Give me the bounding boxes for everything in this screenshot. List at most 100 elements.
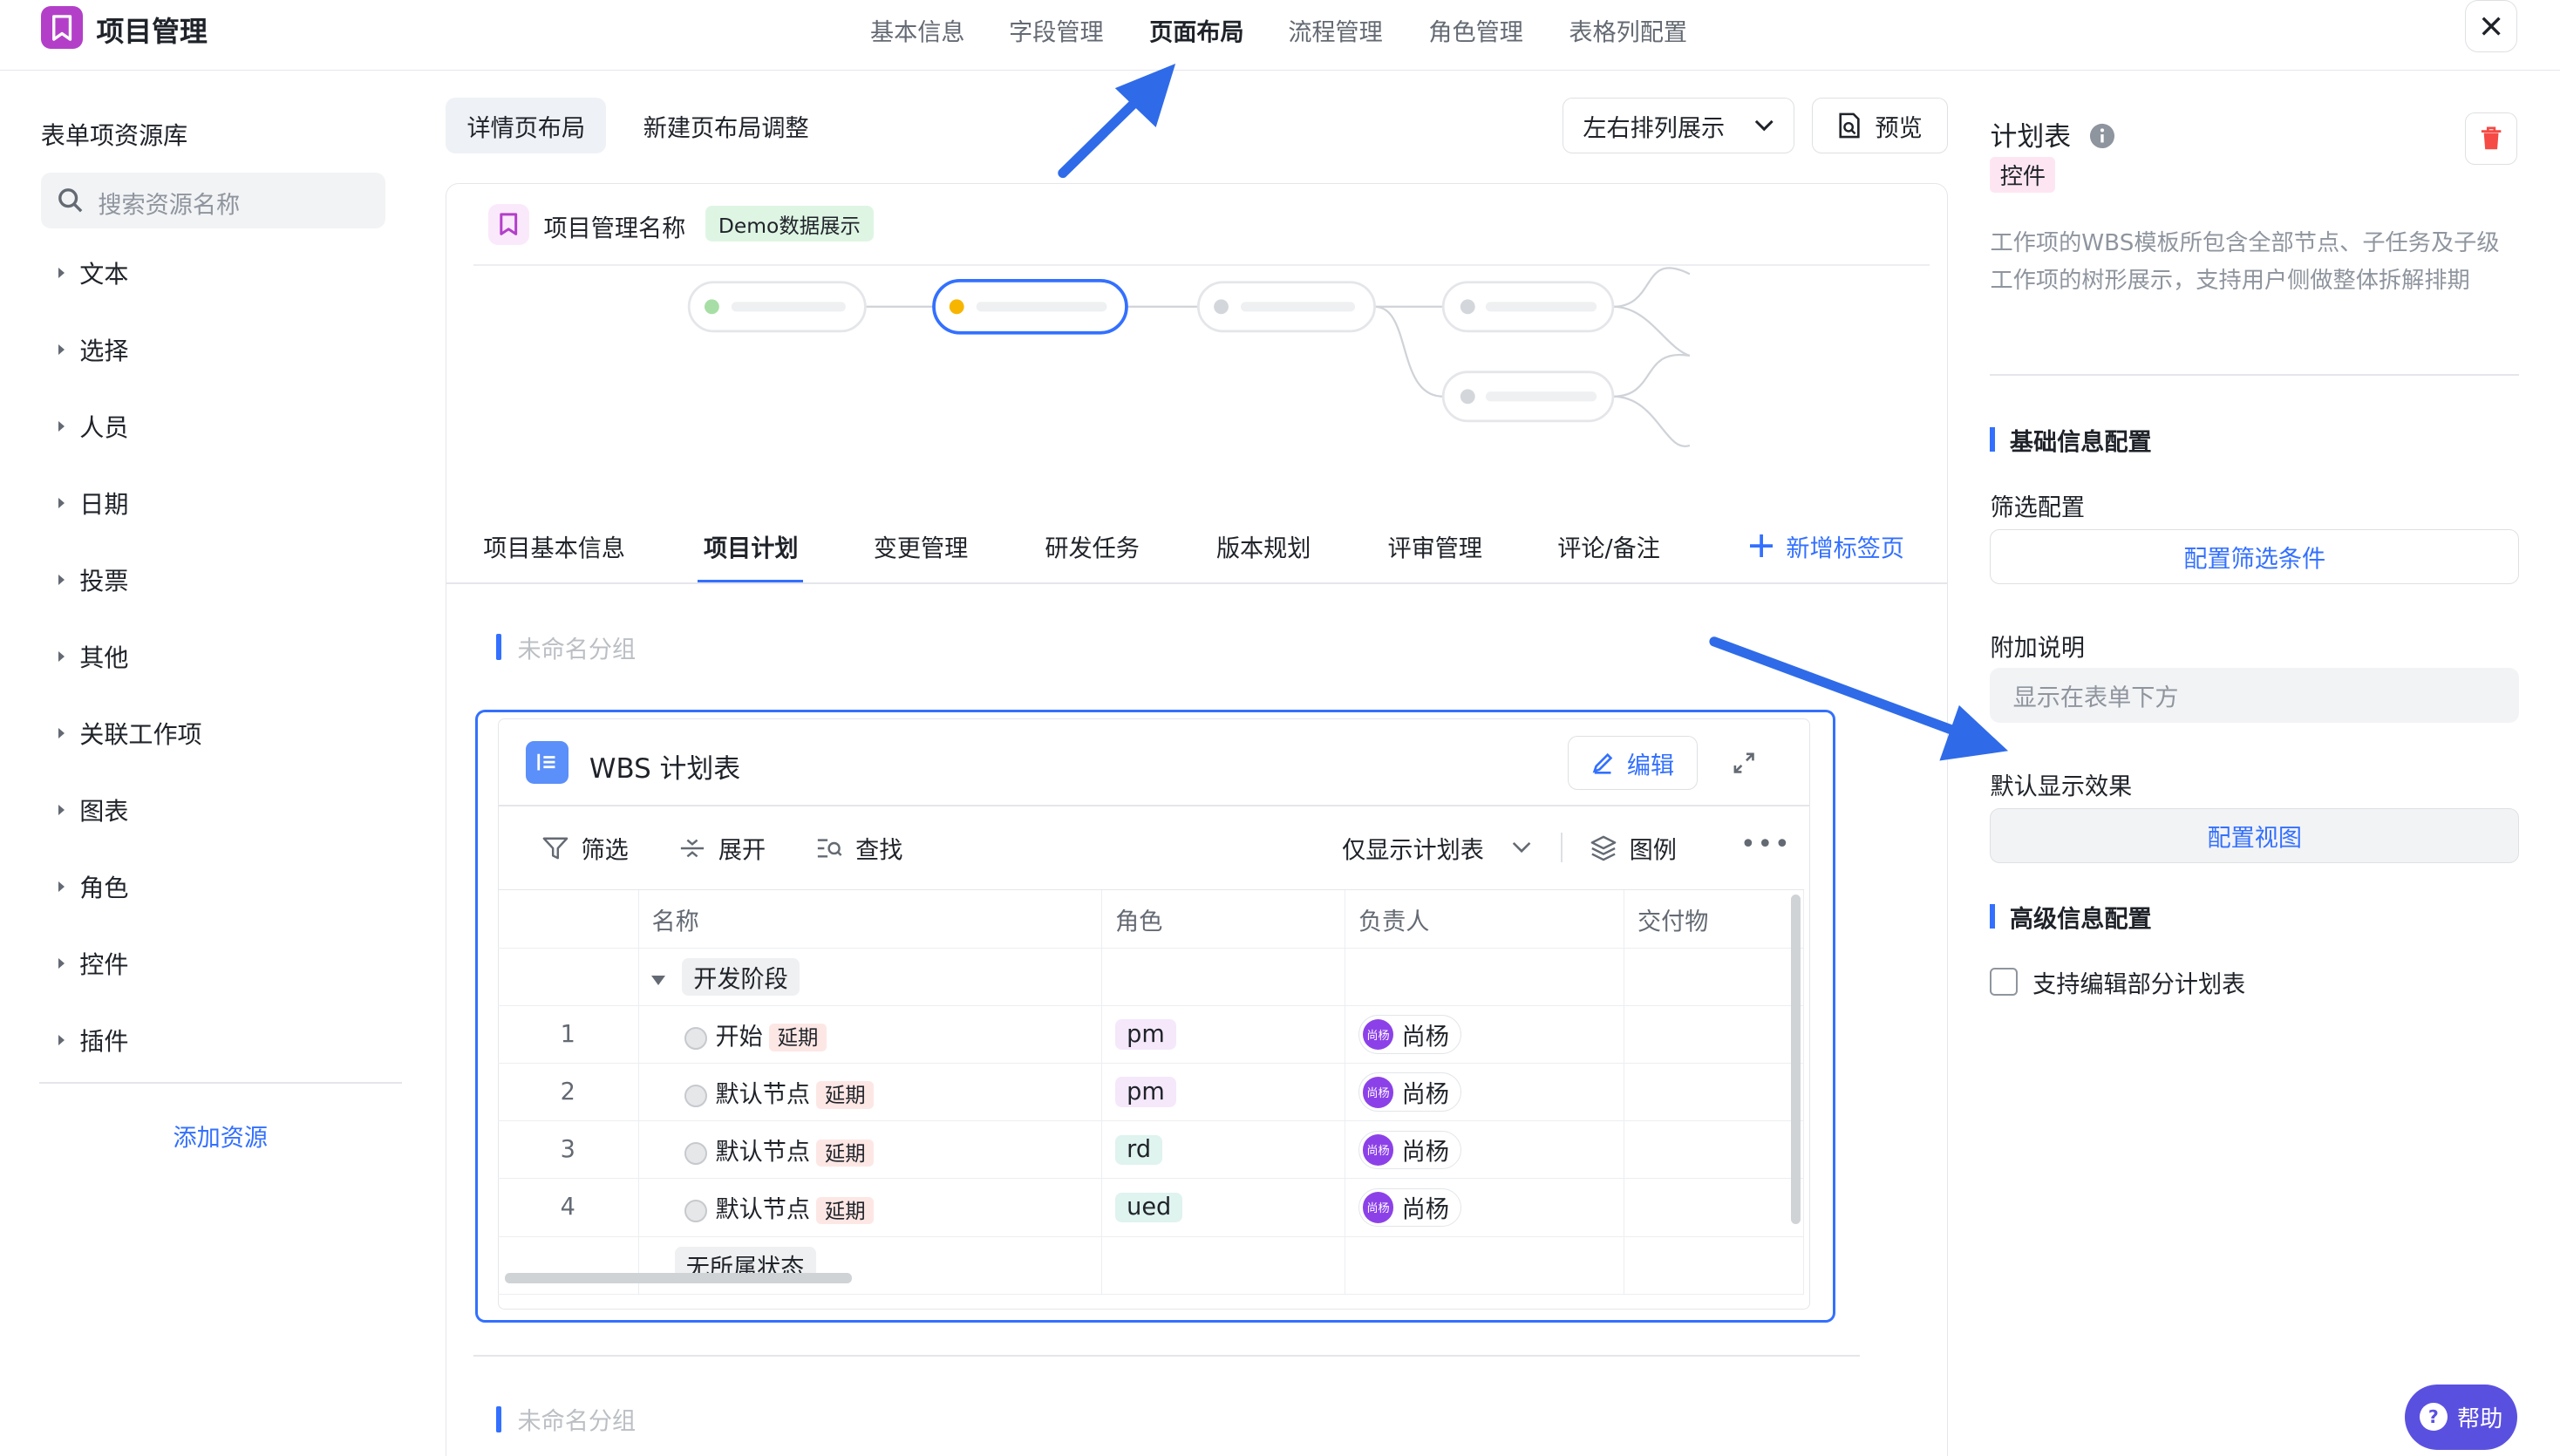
flow-node (1196, 281, 1376, 333)
page-tab-basic-info[interactable]: 项目基本信息 (483, 529, 625, 563)
status-circle-icon (684, 1084, 708, 1107)
group-header[interactable]: 未命名分组 (496, 1402, 636, 1436)
add-tab-button[interactable]: 新增标签页 (1750, 529, 1904, 563)
caret-down-icon[interactable] (651, 976, 666, 985)
partial-edit-checkbox[interactable]: 支持编辑部分计划表 (1990, 965, 2245, 999)
page-tab-project-plan[interactable]: 项目计划 (704, 529, 799, 563)
tab-detail-layout[interactable]: 详情页布局 (446, 98, 607, 153)
category-linked-items[interactable]: 关联工作项 (58, 715, 202, 751)
find-icon (818, 838, 842, 858)
status-circle-icon (684, 1141, 708, 1165)
task-name: 默认节点 (715, 1196, 811, 1224)
close-button[interactable] (2465, 0, 2518, 52)
tab-new-layout[interactable]: 新建页布局调整 (622, 98, 830, 153)
nav-tab-field-management[interactable]: 字段管理 (1009, 13, 1104, 47)
layout-select[interactable]: 左右排列展示 (1562, 98, 1794, 153)
trash-icon (2482, 126, 2502, 150)
owner-chip[interactable]: 尚杨 尚杨 (1358, 1187, 1461, 1228)
vertical-scrollbar[interactable] (1791, 895, 1801, 1225)
flow-node-selected (932, 279, 1128, 335)
category-other[interactable]: 其他 (58, 638, 128, 674)
page-tab-dev-tasks[interactable]: 研发任务 (1045, 529, 1140, 563)
page-tab-review[interactable]: 评审管理 (1388, 529, 1483, 563)
nav-tab-basic-info[interactable]: 基本信息 (870, 13, 965, 47)
more-icon[interactable]: ••• (1740, 829, 1792, 860)
page-tab-comments[interactable]: 评论/备注 (1557, 529, 1660, 563)
flow-node (1441, 281, 1615, 333)
configure-view-button[interactable]: 配置视图 (1990, 807, 2520, 864)
caret-right-icon (58, 420, 65, 432)
status-circle-icon (684, 1199, 708, 1223)
table-row[interactable]: 4 默认节点 延期 ued 尚杨 尚杨 (498, 1178, 1804, 1237)
legend-button[interactable]: 图例 (1590, 831, 1677, 865)
nav-tab-page-layout[interactable]: 页面布局 (1149, 13, 1244, 47)
caret-right-icon (58, 344, 65, 355)
category-person[interactable]: 人员 (58, 408, 128, 444)
flow-node (687, 281, 867, 333)
find-button[interactable]: 查找 (816, 831, 902, 865)
layers-icon (1590, 835, 1617, 861)
nav-tab-table-columns[interactable]: 表格列配置 (1569, 13, 1687, 47)
page-tab-version-plan[interactable]: 版本规划 (1216, 529, 1311, 563)
chevron-down-icon (1754, 119, 1774, 132)
default-display-label: 默认显示效果 (1990, 773, 2133, 801)
preview-icon (1839, 112, 1861, 139)
column-header-owner[interactable]: 负责人 (1345, 890, 1625, 949)
column-header-name[interactable]: 名称 (638, 890, 1103, 949)
table-row[interactable]: 2 默认节点 延期 pm 尚杨 尚杨 (498, 1063, 1804, 1122)
table-row-stage[interactable]: 开发阶段 (498, 948, 1804, 1007)
category-control[interactable]: 控件 (58, 945, 128, 981)
edit-button[interactable]: 编辑 (1567, 736, 1699, 791)
column-header-deliverable[interactable]: 交付物 (1624, 890, 1804, 949)
category-plugin[interactable]: 插件 (58, 1022, 128, 1058)
expand-icon[interactable] (1733, 752, 1755, 773)
delay-badge: 延期 (816, 1081, 874, 1110)
basic-config-section: 基础信息配置 (1990, 423, 2152, 457)
row-number: 3 (498, 1120, 639, 1180)
add-resource-link[interactable]: 添加资源 (173, 1119, 268, 1153)
preview-button[interactable]: 预览 (1812, 98, 1948, 153)
category-chart[interactable]: 图表 (58, 792, 128, 827)
table-header-row: 名称 角色 负责人 交付物 (498, 890, 1804, 949)
table-row-no-status[interactable]: 无所属状态 (498, 1236, 1804, 1295)
column-header-role[interactable]: 角色 (1101, 890, 1345, 949)
owner-chip[interactable]: 尚杨 尚杨 (1358, 1015, 1461, 1055)
group-divider (473, 1355, 1860, 1357)
wbs-table: 名称 角色 负责人 交付物 开发阶段 1 开始 延期 pm 尚杨 尚杨 2 默认节点… (498, 889, 1804, 1295)
search-input[interactable]: 搜索资源名称 (40, 173, 385, 229)
configure-filter-button[interactable]: 配置筛选条件 (1990, 528, 2520, 585)
arrow-to-page-layout (1058, 64, 1176, 179)
view-select[interactable]: 仅显示计划表 (1342, 831, 1533, 865)
filter-icon (542, 837, 568, 859)
horizontal-scrollbar[interactable] (504, 1273, 853, 1283)
advanced-config-section: 高级信息配置 (1990, 900, 2152, 934)
expand-button[interactable]: 展开 (679, 831, 766, 865)
help-button[interactable]: ? 帮助 (2405, 1384, 2518, 1450)
top-header (0, 0, 2560, 71)
table-row[interactable]: 1 开始 延期 pm 尚杨 尚杨 (498, 1005, 1804, 1065)
project-name: 项目管理名称 (543, 214, 686, 242)
filter-config-label: 筛选配置 (1990, 493, 2085, 521)
role-chip: ued (1115, 1192, 1183, 1223)
component-description: 工作项的WBS模板所包含全部节点、子任务及子级工作项的树形展示，支持用户侧做整体… (1990, 230, 2500, 294)
group-header[interactable]: 未命名分组 (496, 630, 636, 664)
page-tab-change-management[interactable]: 变更管理 (874, 529, 969, 563)
checkbox[interactable] (1990, 968, 2019, 996)
nav-tab-workflow[interactable]: 流程管理 (1288, 13, 1383, 47)
owner-chip[interactable]: 尚杨 尚杨 (1358, 1072, 1461, 1112)
filter-button[interactable]: 筛选 (542, 831, 629, 865)
category-role[interactable]: 角色 (58, 868, 128, 904)
delay-badge: 延期 (816, 1196, 874, 1225)
role-chip: pm (1115, 1019, 1176, 1051)
nav-tab-roles[interactable]: 角色管理 (1428, 13, 1523, 47)
category-date[interactable]: 日期 (58, 485, 128, 520)
expand-rows-icon (680, 839, 704, 857)
avatar: 尚杨 (1362, 1018, 1394, 1051)
table-row[interactable]: 3 默认节点 延期 rd 尚杨 尚杨 (498, 1120, 1804, 1180)
owner-chip[interactable]: 尚杨 尚杨 (1358, 1130, 1461, 1170)
note-input[interactable]: 显示在表单下方 (1990, 667, 2520, 724)
category-select[interactable]: 选择 (58, 331, 128, 367)
delete-button[interactable] (2465, 112, 2518, 166)
category-text[interactable]: 文本 (58, 255, 128, 290)
category-vote[interactable]: 投票 (58, 561, 128, 597)
